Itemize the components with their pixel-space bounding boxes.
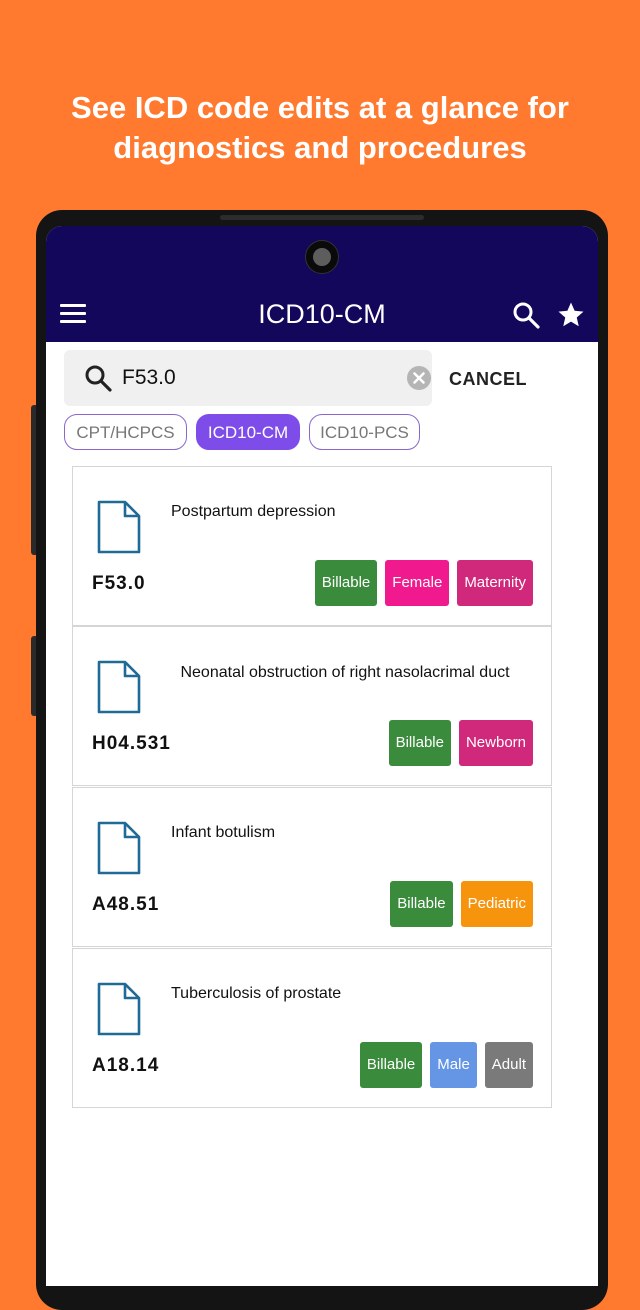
result-title: Tuberculosis of prostate (171, 985, 342, 1002)
result-code: A18.14 (92, 1055, 160, 1076)
clear-icon[interactable] (406, 365, 432, 391)
star-icon[interactable] (556, 300, 586, 330)
tag-adult: Adult (484, 1042, 533, 1088)
search-icon[interactable] (512, 301, 540, 329)
tag-billable: Billable (359, 1042, 423, 1088)
tag-maternity: Maternity (457, 560, 533, 606)
promo-headline-line1: See ICD code edits at a glance for (71, 90, 569, 125)
phone-speaker (220, 215, 424, 220)
result-tags: Billable Male Adult (359, 1042, 533, 1090)
result-card[interactable]: Postpartum depression F53.0 Billable Fem… (72, 466, 552, 626)
search-field-icon (85, 365, 112, 392)
result-card[interactable]: Tuberculosis of prostate A18.14 Billable… (72, 948, 552, 1108)
result-code: H04.531 (92, 733, 171, 754)
document-icon (97, 821, 141, 875)
result-tags: Billable Pediatric (390, 881, 533, 929)
document-icon (97, 500, 141, 554)
tag-billable: Billable (388, 720, 451, 766)
promo-headline-line2: diagnostics and procedures (113, 130, 527, 165)
search-input[interactable] (122, 360, 382, 396)
chip-cpt-hcpcs[interactable]: CPT/HCPCS (64, 414, 187, 450)
result-card[interactable]: Infant botulism A48.51 Billable Pediatri… (72, 787, 552, 947)
result-code: A48.51 (92, 894, 160, 915)
result-tags: Billable Newborn (388, 720, 533, 768)
tag-pediatric: Pediatric (460, 881, 533, 927)
tag-female: Female (385, 560, 450, 606)
result-code: F53.0 (92, 573, 146, 594)
cancel-button[interactable]: CANCEL (438, 364, 538, 394)
result-title: Infant botulism (171, 824, 276, 841)
result-card[interactable]: Neonatal obstruction of right nasolacrim… (72, 626, 552, 786)
chip-icd10-pcs[interactable]: ICD10-PCS (309, 414, 420, 450)
app-screen: ICD10-CM CANCEL CPT/HCPCS ICD10-CM ICD10… (46, 226, 598, 1286)
promo-headline: See ICD code edits at a glance for diagn… (0, 88, 640, 168)
tag-newborn: Newborn (458, 720, 533, 766)
tag-billable: Billable (390, 881, 453, 927)
result-title: Postpartum depression (171, 503, 336, 520)
chip-icd10-cm[interactable]: ICD10-CM (196, 414, 300, 450)
search-field[interactable] (64, 350, 432, 406)
tag-billable: Billable (314, 560, 378, 606)
tag-male: Male (430, 1042, 477, 1088)
result-tags: Billable Female Maternity (314, 560, 533, 608)
front-camera (305, 240, 339, 274)
document-icon (97, 982, 141, 1036)
app-bar: ICD10-CM (46, 226, 598, 342)
result-title: Neonatal obstruction of right nasolacrim… (180, 664, 510, 681)
document-icon (97, 660, 141, 714)
